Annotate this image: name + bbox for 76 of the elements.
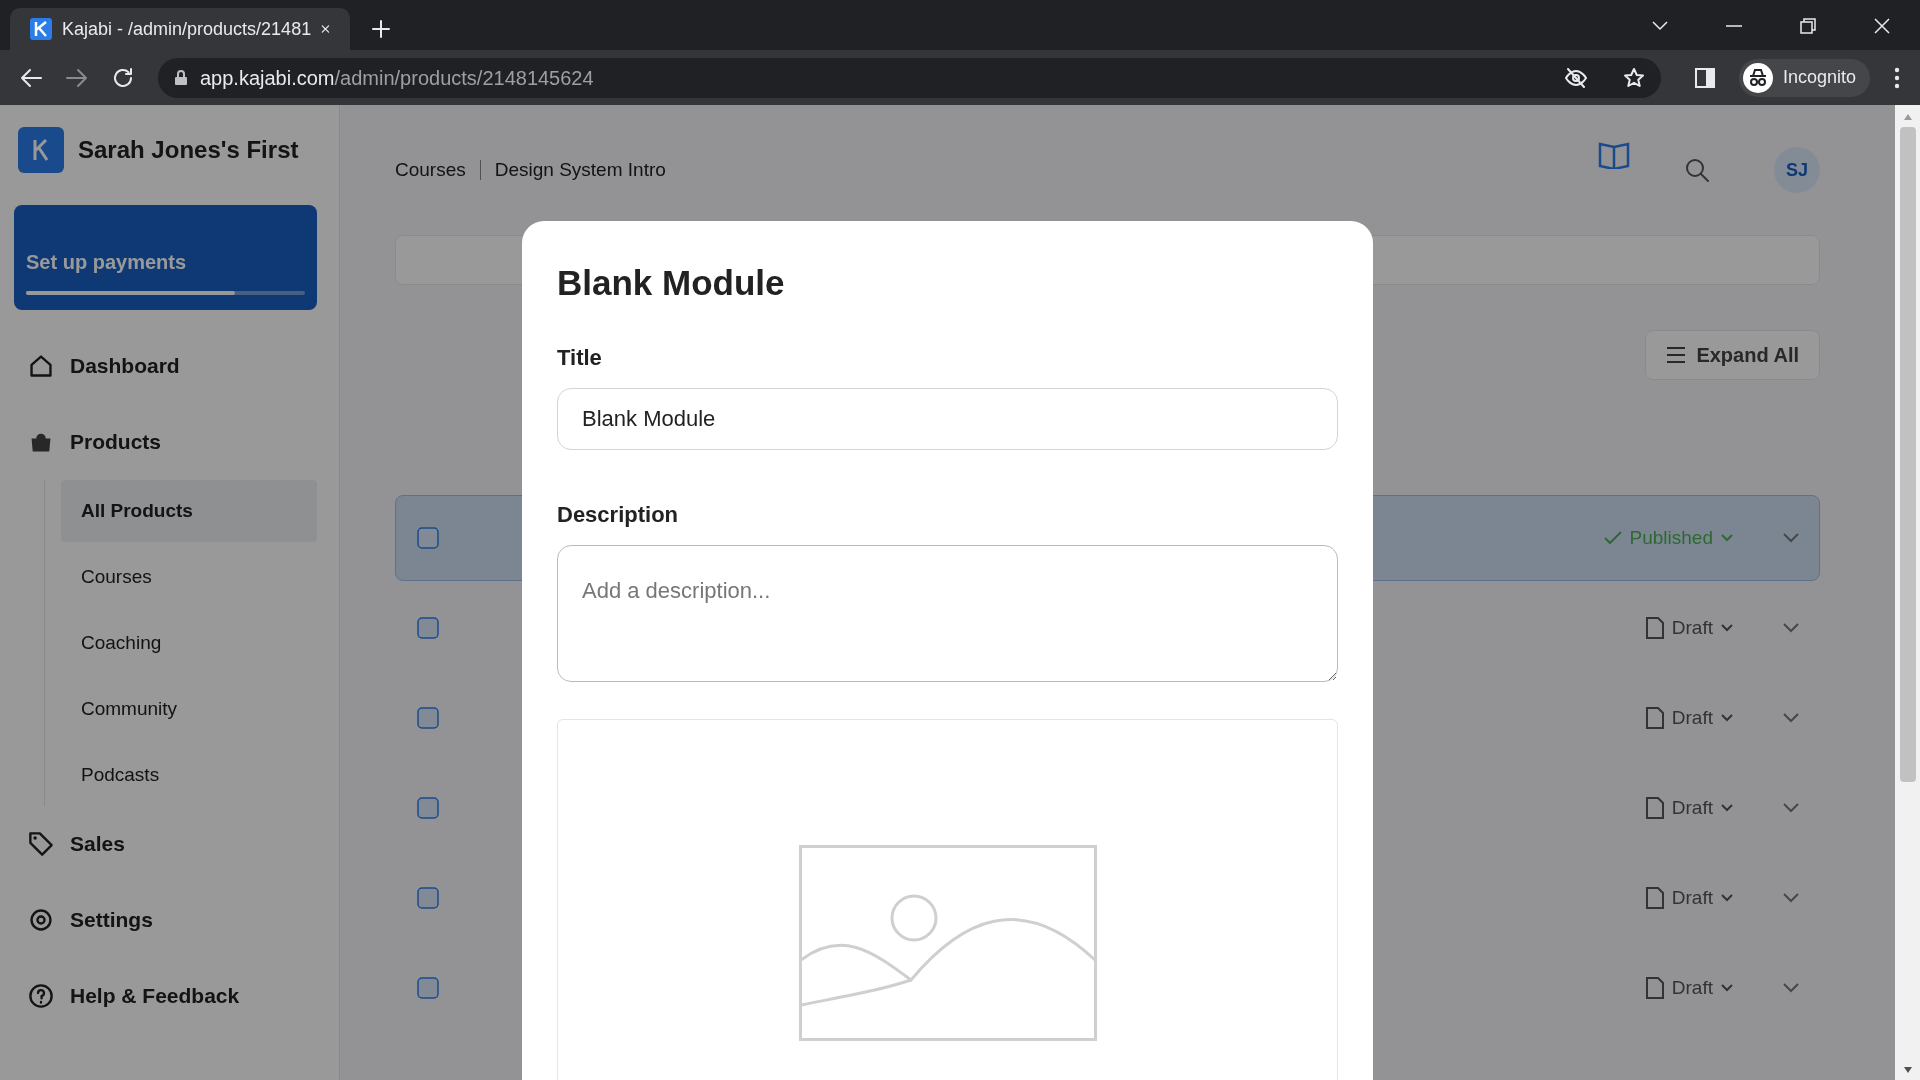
status-dropdown[interactable]: Draft (1635, 793, 1743, 823)
setup-card[interactable]: Set up payments (14, 205, 317, 310)
caret-icon (1721, 534, 1733, 542)
side-panel-icon[interactable] (1694, 67, 1715, 88)
url-text: app.kajabi.com/admin/products/2148145624 (200, 65, 595, 91)
kajabi-logo-icon (30, 18, 52, 40)
modal-title: Blank Module (557, 262, 786, 304)
new-tab-icon[interactable] (372, 20, 390, 38)
expand-icon (1666, 346, 1687, 364)
close-icon[interactable] (321, 22, 330, 36)
document-icon (1645, 617, 1664, 639)
status-dropdown[interactable]: Draft (1635, 613, 1743, 643)
nav-item[interactable]: Help & Feedback (70, 980, 240, 1012)
scroll-up-icon[interactable] (1902, 113, 1913, 121)
field-label: Description (557, 500, 680, 529)
search-icon[interactable] (1684, 157, 1710, 183)
restore-icon[interactable] (1800, 18, 1816, 34)
status-dropdown[interactable]: Draft (1635, 703, 1743, 733)
tab-title: Kajabi - /admin/products/21481 (62, 17, 312, 41)
image-placeholder-icon (798, 844, 1097, 1041)
browser-tab[interactable]: Kajabi - /admin/products/21481 (10, 8, 350, 50)
module-icon (416, 526, 440, 550)
profile-button[interactable]: Incognito (1738, 58, 1870, 97)
nav-subitem[interactable]: Courses (81, 546, 317, 608)
expand-all-button[interactable]: Expand All (1645, 330, 1820, 380)
nav-item[interactable]: Dashboard (70, 350, 180, 382)
module-icon (416, 616, 440, 640)
brand-logo-icon (18, 127, 64, 173)
nav-subitem[interactable]: Podcasts (81, 744, 317, 806)
caret-icon (1721, 714, 1733, 722)
breadcrumb-link[interactable]: Design System Intro (494, 155, 666, 185)
close-icon[interactable] (1874, 18, 1890, 34)
nav-subitem[interactable]: Community (81, 678, 317, 740)
status-dropdown[interactable]: Draft (1635, 883, 1743, 913)
tag-icon (28, 831, 54, 857)
forward-icon[interactable] (66, 67, 88, 88)
reload-icon[interactable] (112, 66, 134, 89)
nav-item[interactable]: Settings (70, 904, 153, 936)
description-input[interactable]: Add a description... (557, 544, 1338, 682)
nav-item[interactable]: Sales (70, 828, 125, 860)
scrollbar-thumb[interactable] (1899, 127, 1916, 782)
book-icon[interactable] (1598, 141, 1630, 169)
module-icon (416, 886, 440, 910)
lock-icon (174, 69, 188, 86)
scroll-down-icon[interactable] (1902, 1066, 1913, 1074)
document-icon (1645, 887, 1664, 909)
document-icon (1645, 707, 1664, 729)
module-icon (416, 976, 440, 1000)
module-icon (416, 706, 440, 730)
field-label: Title (557, 343, 603, 372)
incognito-icon (1742, 62, 1773, 93)
check-icon (1603, 531, 1622, 545)
setup-card-title: Set up payments (26, 250, 188, 275)
module-icon (416, 796, 440, 820)
back-icon[interactable] (20, 67, 42, 88)
document-icon (1645, 797, 1664, 819)
settings-icon (28, 907, 54, 933)
caret-icon (1721, 894, 1733, 902)
breadcrumb-link[interactable]: Courses (395, 155, 466, 185)
menu-icon[interactable] (1894, 66, 1900, 89)
nav-subitem[interactable]: Coaching (81, 612, 317, 674)
brand-name: Sarah Jones's First (78, 135, 299, 165)
avatar[interactable]: SJ (1774, 147, 1820, 193)
star-icon[interactable] (1622, 66, 1645, 89)
eye-off-icon[interactable] (1564, 67, 1587, 88)
nav-item[interactable]: Products (70, 426, 161, 458)
status-dropdown[interactable]: Draft (1635, 973, 1743, 1003)
caret-icon (1721, 804, 1733, 812)
caret-icon (1721, 984, 1733, 992)
address-bar[interactable]: app.kajabi.com/admin/products/2148145624 (158, 57, 1661, 98)
nav-subitem[interactable]: All Products (61, 480, 317, 542)
document-icon (1645, 977, 1664, 999)
title-input[interactable]: Blank Module (557, 387, 1338, 450)
home-icon (28, 353, 54, 379)
help-icon (28, 983, 54, 1009)
caret-icon (1721, 624, 1733, 632)
